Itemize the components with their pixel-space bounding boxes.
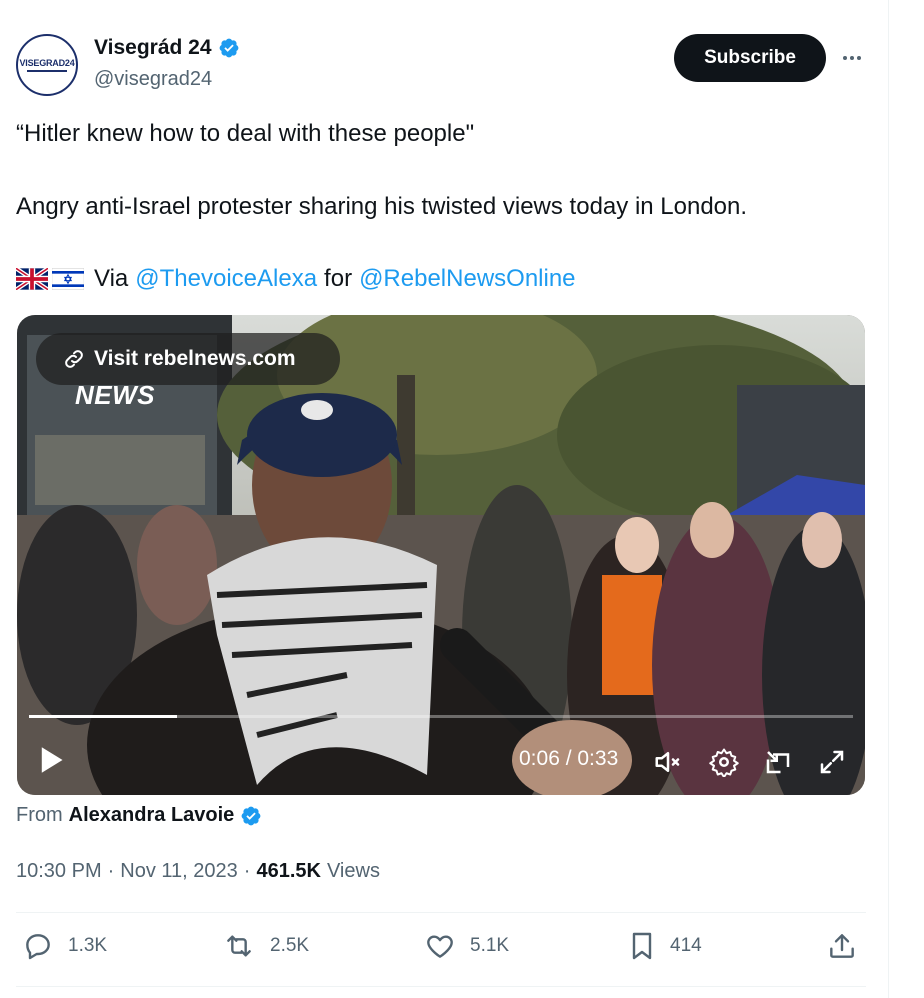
reply-icon <box>26 934 50 960</box>
more-icon[interactable] <box>836 40 868 76</box>
handle[interactable]: @visegrad24 <box>94 68 212 91</box>
progress-fill <box>29 715 177 718</box>
avatar-logo-text: VISEGRAD24 <box>19 58 75 68</box>
author-name-row: Visegrád 24 <box>94 36 240 60</box>
visit-link-button[interactable]: Visit rebelnews.com <box>36 333 340 385</box>
for-label: for <box>324 265 353 292</box>
bookmark-count: 414 <box>670 935 702 956</box>
tweet-text-line-1: “Hitler knew how to deal with these peop… <box>16 120 475 147</box>
divider <box>16 912 866 913</box>
israel-flag-icon <box>52 268 84 290</box>
views-label: Views <box>326 860 380 882</box>
play-icon[interactable] <box>37 745 65 775</box>
tweet-text-line-3: Via @ThevoiceAlexa for @RebelNewsOnline <box>16 264 576 294</box>
mute-icon[interactable] <box>653 747 683 777</box>
share-icon <box>830 934 854 958</box>
reply-button[interactable]: 1.3K <box>22 930 107 962</box>
from-label: From <box>16 804 63 826</box>
attribution-row: From Alexandra Lavoie <box>16 804 262 827</box>
avatar-logo-underline <box>27 70 67 72</box>
meta-separator: · <box>107 860 115 882</box>
tweet-date[interactable]: Nov 11, 2023 <box>120 860 238 883</box>
verified-badge-icon <box>241 806 261 825</box>
fullscreen-icon[interactable] <box>817 747 847 777</box>
picture-in-picture-icon[interactable] <box>763 747 793 777</box>
bookmark-icon <box>632 932 652 960</box>
divider <box>16 986 866 987</box>
like-count: 5.1K <box>470 935 510 956</box>
mention-thevoicealexa[interactable]: @ThevoiceAlexa <box>135 264 317 294</box>
video-player[interactable]: NEWS Visit rebelnews.com 0:06 / 0:33 <box>17 315 865 795</box>
settings-gear-icon[interactable] <box>709 747 739 777</box>
display-name[interactable]: Visegrád 24 <box>94 36 212 60</box>
video-timecode: 0:06 / 0:33 <box>519 747 619 770</box>
column-divider <box>888 0 889 998</box>
avatar[interactable]: VISEGRAD24 <box>16 34 78 96</box>
like-button[interactable]: 5.1K <box>424 930 509 962</box>
tweet-meta-row: 10:30 PM · Nov 11, 2023 · 461.5K Views <box>16 860 380 883</box>
heart-icon <box>427 935 453 958</box>
bookmark-button[interactable]: 414 <box>628 930 702 962</box>
tweet-text-line-2: Angry anti-Israel protester sharing his … <box>16 193 748 220</box>
tweet-time[interactable]: 10:30 PM <box>16 860 102 883</box>
repost-icon <box>227 935 251 957</box>
views-count: 461.5K <box>256 860 321 882</box>
share-button[interactable] <box>826 930 872 962</box>
visit-link-label: Visit rebelnews.com <box>94 347 296 370</box>
attribution-name[interactable]: Alexandra Lavoie <box>69 804 235 827</box>
uk-flag-icon <box>16 268 48 290</box>
link-icon <box>65 350 83 368</box>
mention-rebelnewsonline[interactable]: @RebelNewsOnline <box>359 264 575 294</box>
via-label: Via <box>94 265 129 292</box>
subscribe-button[interactable]: Subscribe <box>674 34 826 82</box>
repost-count: 2.5K <box>270 935 310 956</box>
meta-separator: · <box>243 860 251 882</box>
reply-count: 1.3K <box>68 935 108 956</box>
repost-button[interactable]: 2.5K <box>222 930 309 962</box>
verified-badge-icon <box>219 38 238 58</box>
